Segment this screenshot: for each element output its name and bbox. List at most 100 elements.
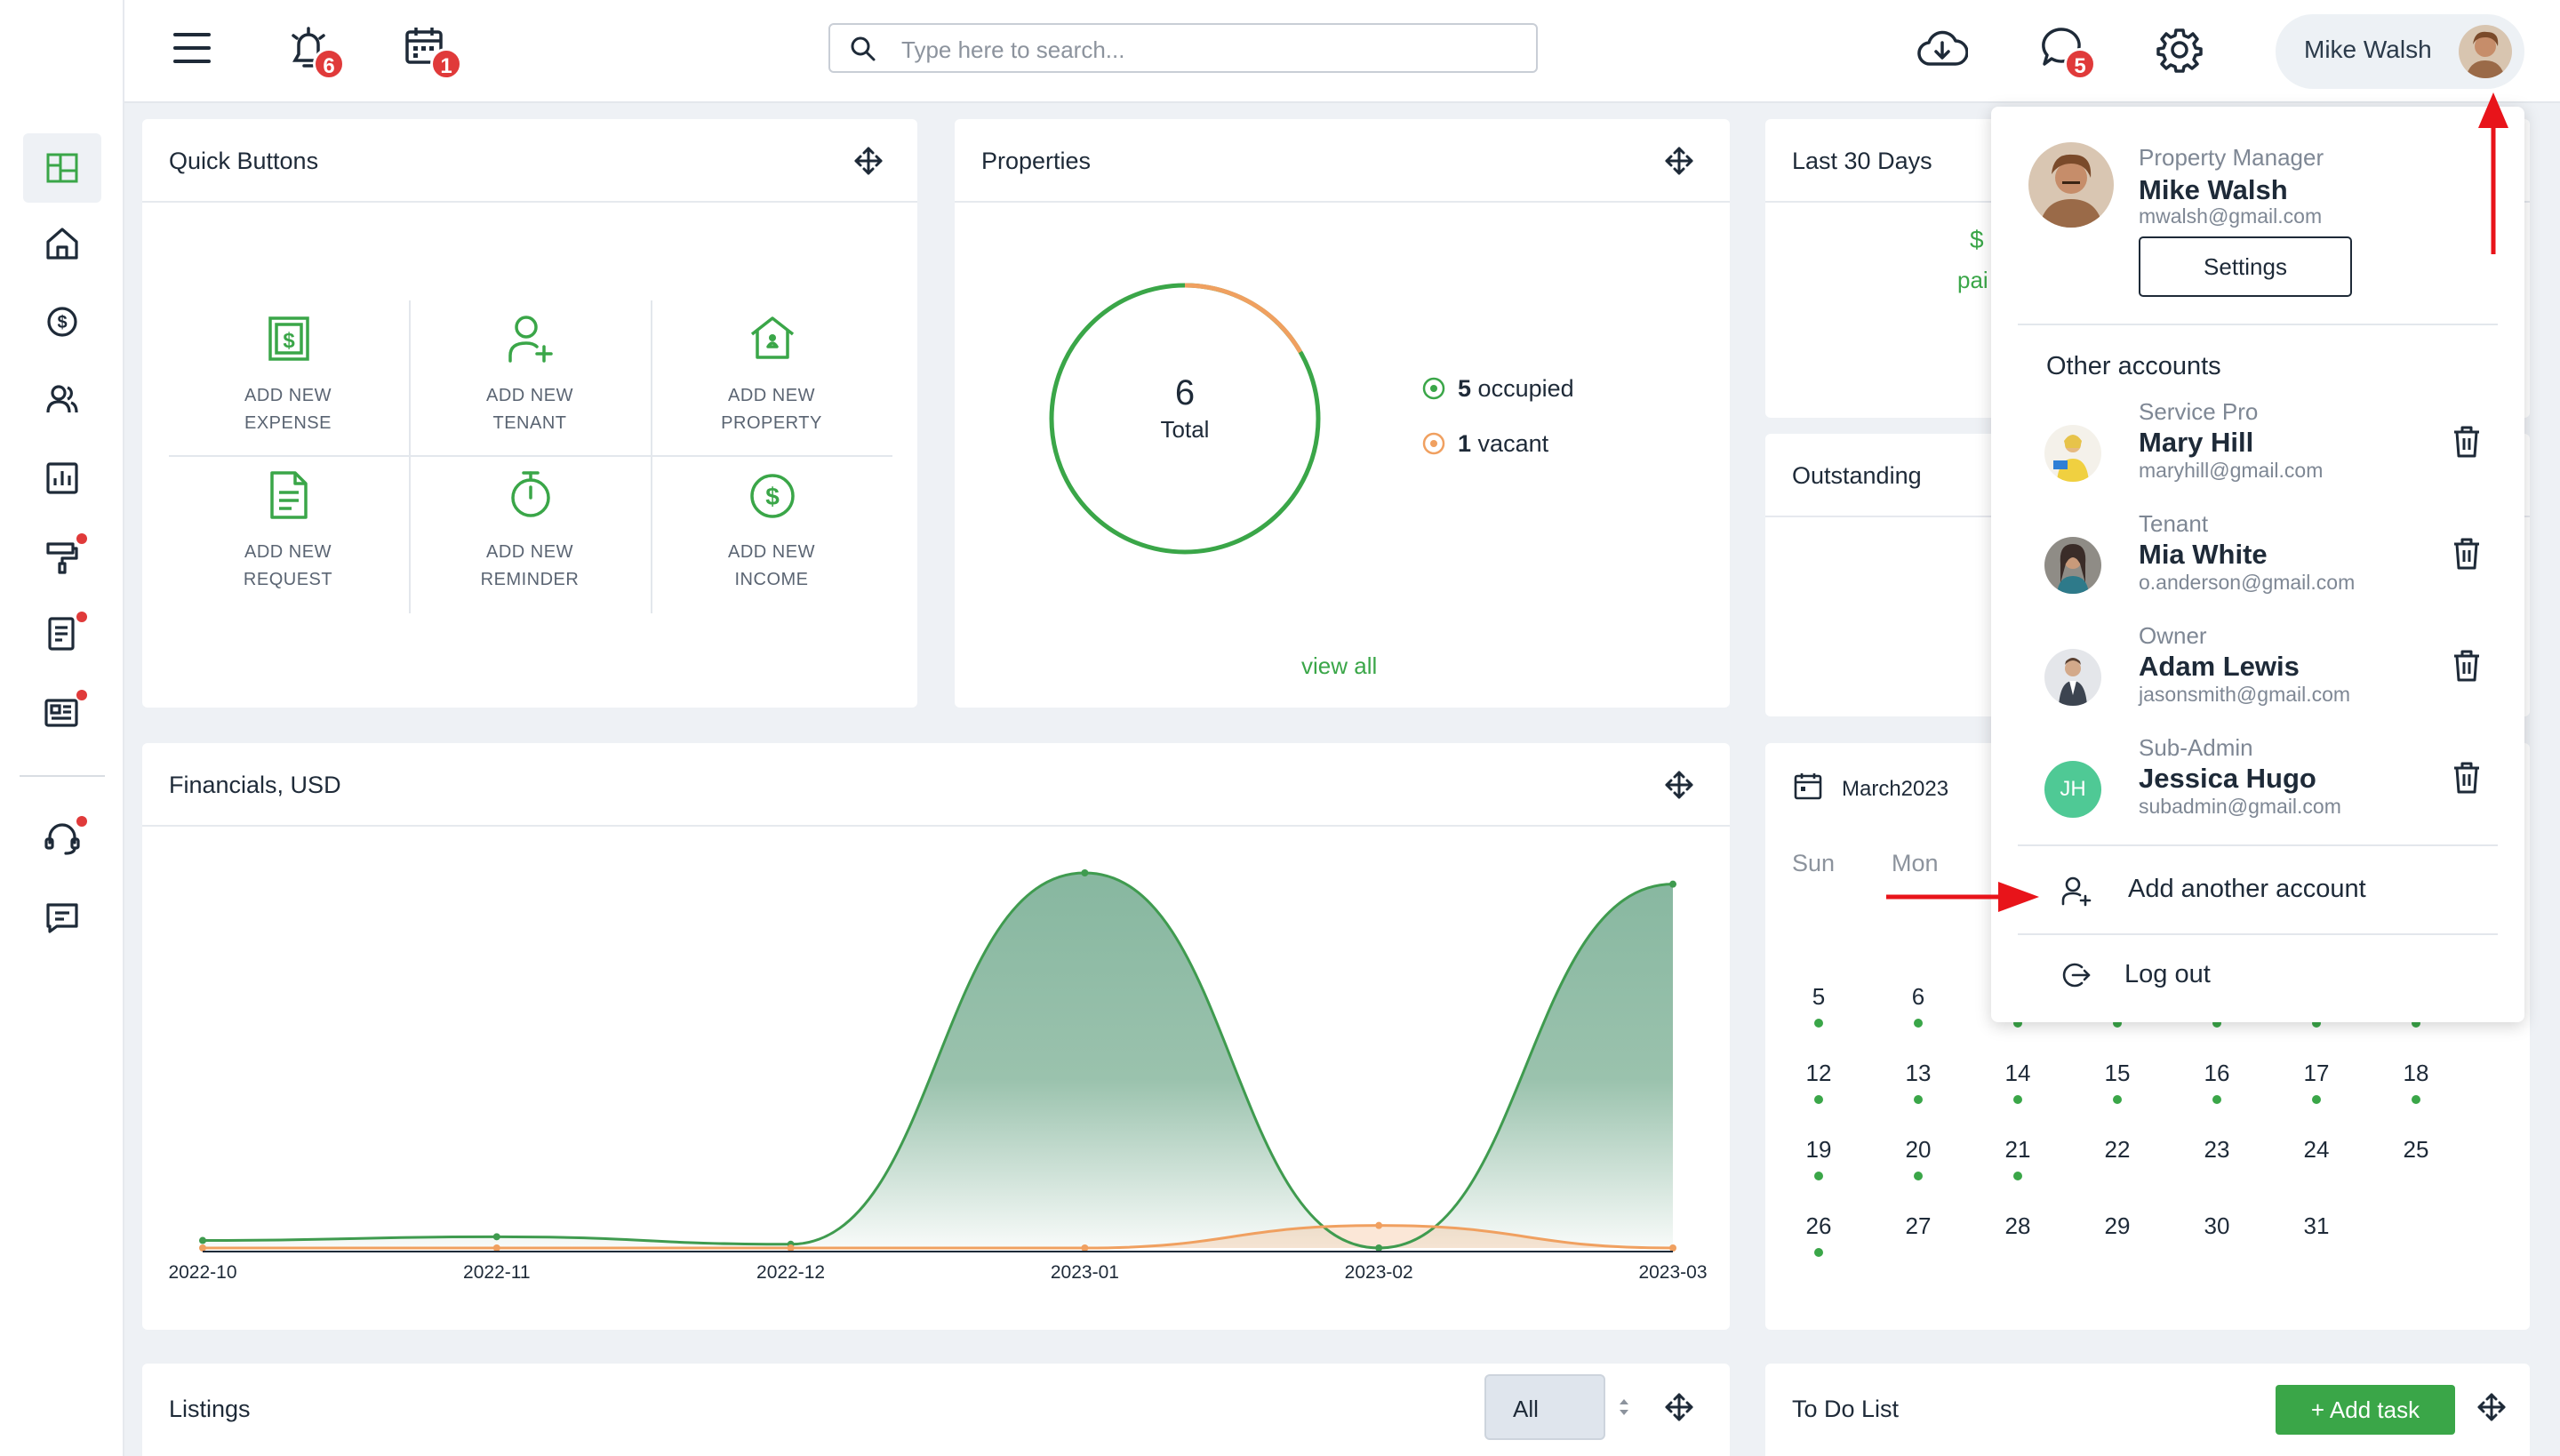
logout-button[interactable]: Log out <box>1991 939 2524 1013</box>
account-row-adam-lewis[interactable]: Owner Adam Lewis jasonsmith@gmail.com <box>1991 622 2524 729</box>
account-name: Jessica Hugo <box>2139 763 2316 794</box>
sidebar-item-people[interactable] <box>37 375 87 425</box>
data-point[interactable] <box>1081 1244 1089 1252</box>
add-reminder-button[interactable]: ADD NEW REMINDER <box>409 457 651 613</box>
account-name: Mary Hill <box>2139 427 2254 458</box>
calendar-day[interactable]: 27 <box>1892 1212 1945 1240</box>
card-title: Listings <box>169 1396 251 1422</box>
calendar-day[interactable]: 12 <box>1792 1060 1845 1087</box>
calendar-day[interactable]: 24 <box>2290 1136 2343 1164</box>
data-point[interactable] <box>1669 880 1676 888</box>
trash-icon[interactable] <box>2452 425 2482 459</box>
button-label: ADD NEW REMINDER <box>480 542 580 589</box>
search-box[interactable]: Type here to search... <box>828 23 1538 73</box>
download-button[interactable] <box>1916 27 1968 75</box>
add-tenant-button[interactable]: ADD NEW TENANT <box>409 300 651 457</box>
move-icon[interactable] <box>2476 1392 2507 1422</box>
calendar-day[interactable]: 23 <box>2190 1136 2244 1164</box>
data-point[interactable] <box>1669 1244 1676 1252</box>
move-icon[interactable] <box>1664 770 1694 800</box>
calendar-day[interactable]: 5 <box>1792 983 1845 1011</box>
messages-badge: 5 <box>2064 48 2096 80</box>
search-input[interactable]: Type here to search... <box>901 36 1124 64</box>
card-title: Quick Buttons <box>169 148 319 174</box>
sidebar-item-feedback[interactable] <box>37 892 87 942</box>
add-income-button[interactable]: $ ADD NEW INCOME <box>651 457 892 613</box>
messages-button[interactable]: 5 <box>2039 25 2096 80</box>
calendar-day[interactable]: 16 <box>2190 1060 2244 1087</box>
calendar-day[interactable]: 15 <box>2091 1060 2144 1087</box>
move-icon[interactable] <box>1664 146 1694 176</box>
account-email: subadmin@gmail.com <box>2139 795 2341 818</box>
listings-filter-select[interactable]: All <box>1484 1374 1605 1440</box>
account-row-mary-hill[interactable]: Service Pro Mary Hill maryhill@gmail.com <box>1991 398 2524 505</box>
event-dot <box>2412 1095 2420 1104</box>
calendar-day[interactable]: 18 <box>2389 1060 2443 1087</box>
x-tick-label: 2023-03 <box>1638 1262 1707 1283</box>
account-row-jessica-hugo[interactable]: JH Sub-Admin Jessica Hugo subadmin@gmail… <box>1991 734 2524 841</box>
sidebar-item-accounting[interactable]: $ <box>37 297 87 347</box>
calendar-day[interactable]: 19 <box>1792 1136 1845 1164</box>
account-email: jasonsmith@gmail.com <box>2139 683 2351 706</box>
hamburger-menu-icon[interactable] <box>172 30 212 66</box>
amount-value: $ <box>1970 226 1984 253</box>
x-tick-label: 2023-01 <box>1051 1262 1119 1283</box>
data-point[interactable] <box>492 1233 500 1241</box>
calendar-day[interactable]: 21 <box>1991 1136 2044 1164</box>
calendar-day[interactable]: 29 <box>2091 1212 2144 1240</box>
add-property-button[interactable]: ADD NEW PROPERTY <box>651 300 892 457</box>
account-row-mia-white[interactable]: Tenant Mia White o.anderson@gmail.com <box>1991 510 2524 617</box>
notification-dot <box>76 533 87 544</box>
add-expense-button[interactable]: $ ADD NEW EXPENSE <box>167 300 409 457</box>
sidebar-item-dashboard[interactable] <box>23 133 101 203</box>
divider <box>2018 933 2498 935</box>
gear-icon <box>2156 28 2203 73</box>
data-point[interactable] <box>492 1244 500 1252</box>
calendar-day[interactable]: 6 <box>1892 983 1945 1011</box>
account-role: Service Pro <box>2139 398 2259 425</box>
sidebar-item-reports[interactable] <box>37 453 87 503</box>
calendar-day[interactable]: 14 <box>1991 1060 2044 1087</box>
data-point[interactable] <box>1081 869 1089 876</box>
sidebar-item-support[interactable] <box>37 814 87 864</box>
data-point[interactable] <box>199 1236 206 1244</box>
data-point[interactable] <box>1375 1221 1383 1229</box>
calendar-day[interactable]: 30 <box>2190 1212 2244 1240</box>
calendar-day[interactable]: 17 <box>2290 1060 2343 1087</box>
add-another-account-button[interactable]: Add another account <box>1991 853 2524 928</box>
data-point[interactable] <box>1375 1244 1383 1252</box>
calendar-day[interactable]: 25 <box>2389 1136 2443 1164</box>
quick-buttons-card: Quick Buttons $ ADD NEW EXPENSE ADD NEW TE… <box>142 119 917 708</box>
add-request-button[interactable]: ADD NEW REQUEST <box>167 457 409 613</box>
user-menu-button[interactable]: Mike Walsh <box>2276 14 2524 89</box>
sidebar-item-maintenance[interactable] <box>37 532 87 581</box>
calendar-day[interactable]: 31 <box>2290 1212 2343 1240</box>
sidebar-item-documents[interactable] <box>37 610 87 660</box>
trash-icon[interactable] <box>2452 761 2482 795</box>
event-dot <box>2013 1095 2022 1104</box>
data-point[interactable] <box>199 1244 206 1252</box>
sidebar-item-properties[interactable] <box>37 219 87 268</box>
calendar-day[interactable]: 13 <box>1892 1060 1945 1087</box>
calendar-day[interactable]: 28 <box>1991 1212 2044 1240</box>
calendar-day[interactable]: 20 <box>1892 1136 1945 1164</box>
paid-label: pai <box>1957 267 1988 293</box>
settings-button[interactable]: Settings <box>2139 236 2352 297</box>
settings-button[interactable] <box>2156 27 2203 73</box>
calendar-button[interactable]: 1 <box>404 25 462 80</box>
add-task-button[interactable]: + Add task <box>2276 1385 2455 1435</box>
move-icon[interactable] <box>853 146 884 176</box>
calendar-badge: 1 <box>430 48 462 80</box>
event-dot <box>1914 1172 1923 1180</box>
trash-icon[interactable] <box>2452 649 2482 683</box>
calendar-day[interactable]: 26 <box>1792 1212 1845 1240</box>
move-icon[interactable] <box>1664 1392 1694 1422</box>
svg-text:$: $ <box>283 329 295 353</box>
calendar-day[interactable]: 22 <box>2091 1136 2144 1164</box>
sidebar-item-listings[interactable] <box>37 688 87 738</box>
notifications-button[interactable]: 6 <box>286 25 345 80</box>
data-point[interactable] <box>787 1244 795 1252</box>
card-header: Financials, USD <box>142 743 1730 827</box>
trash-icon[interactable] <box>2452 537 2482 571</box>
view-all-link[interactable]: view all <box>1301 652 1377 680</box>
